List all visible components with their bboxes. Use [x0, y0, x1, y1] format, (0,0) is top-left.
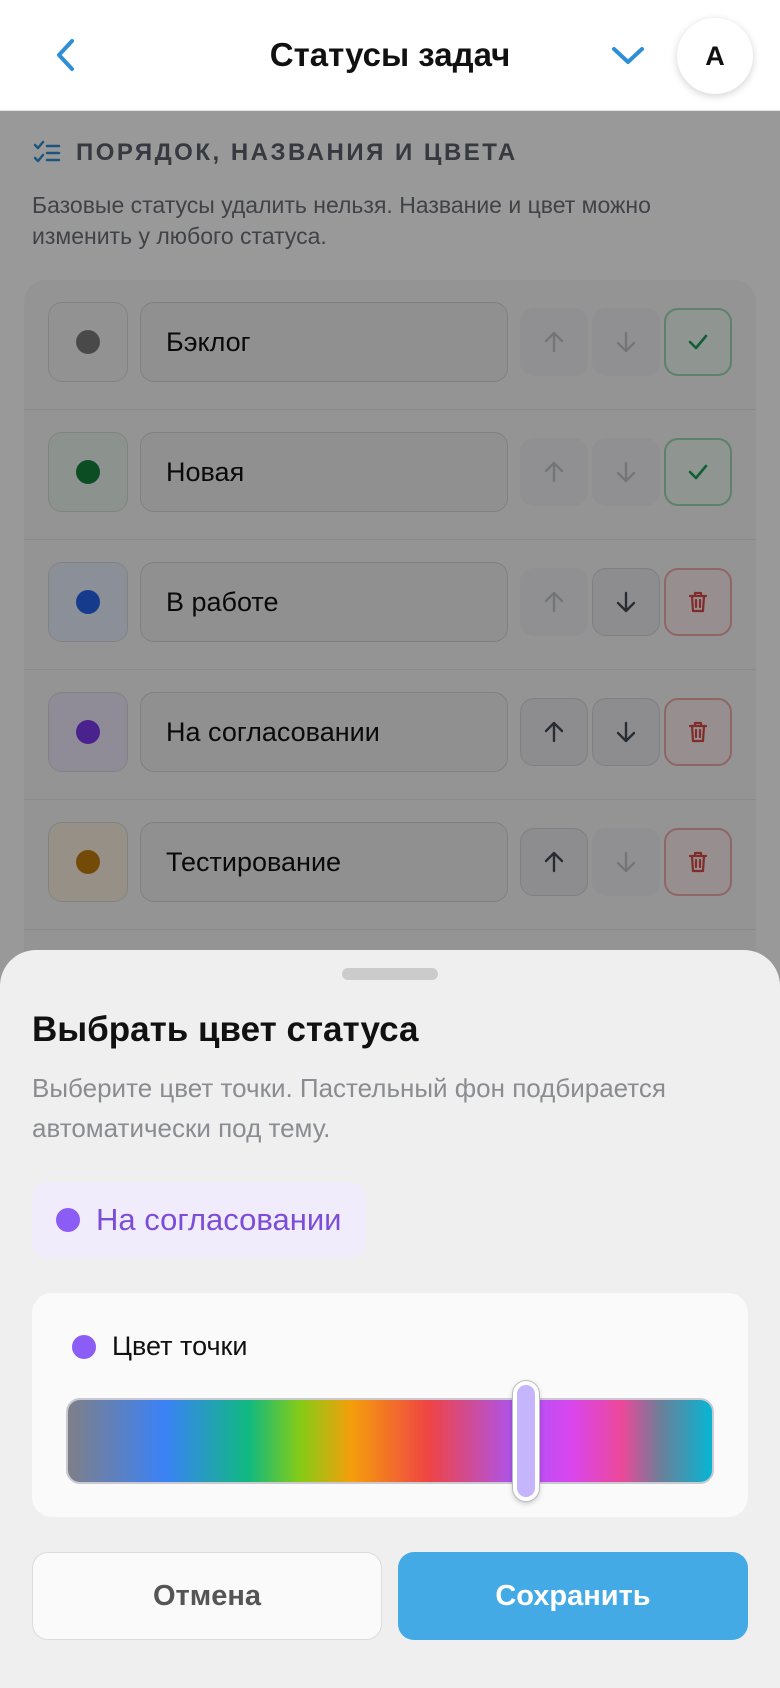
sheet-handle[interactable] [342, 968, 438, 980]
picker-label-row: Цвет точки [72, 1331, 247, 1362]
hue-slider-thumb[interactable] [513, 1381, 540, 1501]
sheet-description: Выберите цвет точки. Пастельный фон подб… [32, 1073, 666, 1143]
status-preview-chip: На согласовании [32, 1182, 366, 1258]
expand-button[interactable] [603, 30, 653, 80]
save-button[interactable]: Сохранить [398, 1552, 748, 1640]
picker-label: Цвет точки [112, 1331, 248, 1361]
top-bar: Статусы задач A [0, 0, 780, 111]
page-title: Статусы задач [269, 36, 511, 73]
page: Статусы задач A ПОРЯДОК, НАЗВАНИЯ И ЦВЕТ… [0, 0, 780, 1688]
cancel-button[interactable]: Отмена [32, 1552, 382, 1640]
preview-label: На согласовании [96, 1202, 342, 1237]
avatar[interactable]: A [677, 18, 753, 94]
preview-dot [56, 1208, 80, 1232]
chevron-down-icon [612, 47, 644, 64]
hue-slider-track[interactable] [66, 1398, 714, 1484]
color-picker-sheet: Выбрать цвет статуса Выберите цвет точки… [0, 950, 780, 1688]
sheet-title: Выбрать цвет статуса [32, 1010, 419, 1049]
current-color-dot [72, 1334, 96, 1359]
dot-color-picker: Цвет точки [32, 1293, 748, 1517]
